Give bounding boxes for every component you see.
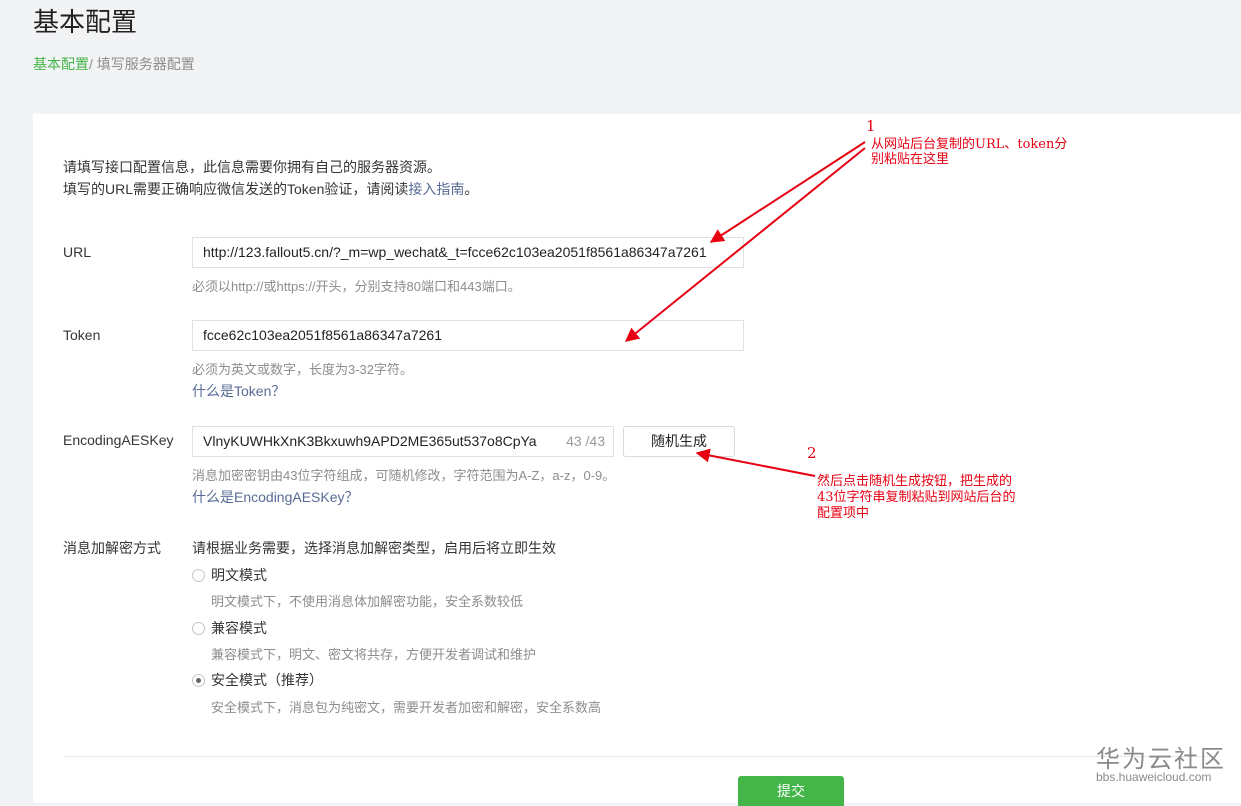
annotation-note-1: 从网站后台复制的URL、token分 别粘贴在这里 [871,137,1067,167]
breadcrumb-current: 填写服务器配置 [96,56,195,72]
token-input[interactable]: fcce62c103ea2051f8561a86347a7261 [192,320,744,351]
radio-button-secure[interactable] [192,674,205,687]
intro-line-2: 填写的URL需要正确响应微信发送的Token验证，请阅读接入指南。 [63,178,478,200]
url-label: URL [63,244,92,260]
annotation-note-2: 然后点击随机生成按钮，把生成的 43位字符串复制粘贴到网站后台的 配置项中 [817,474,1016,522]
radio-label-plaintext: 明文模式 [211,567,267,583]
access-guide-link[interactable]: 接入指南 [408,181,464,197]
radio-button-compatible[interactable] [192,622,205,635]
radio-desc-secure: 安全模式下，消息包为纯密文，需要开发者加密和解密，安全系数高 [211,700,602,715]
what-is-token-link[interactable]: 什么是Token？ [192,381,285,401]
intro-text: 请填写接口配置信息，此信息需要你拥有自己的服务器资源。 填写的URL需要正确响应… [63,156,478,200]
intro-line-2-suffix: 。 [464,181,479,197]
url-tip: 必须以http://或https://开头，分别支持80端口和443端口。 [192,279,521,294]
annotation-note-2-line-1: 然后点击随机生成按钮，把生成的 [817,474,1013,489]
page-title: 基本配置 [33,7,138,37]
config-card: 请填写接口配置信息，此信息需要你拥有自己的服务器资源。 填写的URL需要正确响应… [33,114,1241,806]
breadcrumb-separator: / [89,56,93,72]
intro-line-2-prefix: 填写的URL需要正确响应微信发送的Token验证，请阅读 [63,181,409,197]
encryption-mode-hint: 请根据业务需要，选择消息加解密类型，启用后将立即生效 [192,540,556,556]
annotation-note-2-line-2: 43位字符串复制粘贴到网站后台的 [817,490,1016,505]
watermark-url: bbs.huaweicloud.com [1096,770,1212,784]
annotation-note-2-line-3: 配置项中 [817,506,870,521]
radio-button-plaintext[interactable] [192,569,205,582]
radio-desc-compatible: 兼容模式下，明文、密文将共存，方便开发者调试和维护 [211,647,537,662]
aes-value: VlnyKUWHkXnK3Bkxuwh9APD2ME365ut537o8CpYa [203,433,537,449]
radio-compatible-mode[interactable]: 兼容模式 [192,618,267,638]
radio-label-secure: 安全模式（推荐） [211,672,323,688]
radio-secure-mode[interactable]: 安全模式（推荐） [192,670,323,690]
aes-input[interactable]: VlnyKUWHkXnK3Bkxuwh9APD2ME365ut537o8CpYa… [192,426,614,457]
breadcrumb-link-basic-config[interactable]: 基本配置 [33,56,89,72]
radio-plaintext-mode[interactable]: 明文模式 [192,565,267,585]
annotation-number-2: 2 [807,444,817,462]
annotation-note-1-line-2: 别粘贴在这里 [871,152,950,167]
radio-label-compatible: 兼容模式 [211,620,267,636]
encryption-mode-label: 消息加解密方式 [63,540,161,556]
annotation-number-1: 1 [866,117,876,135]
url-input[interactable]: http://123.fallout5.cn/?_m=wp_wechat&_t=… [192,237,744,268]
aes-tip: 消息加密密钥由43位字符组成，可随机修改，字符范围为A-Z，a-z，0-9。 [192,468,616,483]
radio-desc-plaintext: 明文模式下，不使用消息体加解密功能，安全系数较低 [211,594,524,609]
token-label: Token [63,327,101,343]
form-divider [63,756,1213,757]
annotation-note-1-line-1: 从网站后台复制的URL、token分 [871,137,1068,152]
random-generate-button[interactable]: 随机生成 [623,426,735,457]
aes-char-counter: 43 /43 [562,427,605,456]
watermark-logo: 华为云社区 [1096,746,1226,773]
what-is-aes-key-link[interactable]: 什么是EncodingAESKey？ [192,487,359,507]
submit-button[interactable]: 提交 [738,776,844,806]
breadcrumb: 基本配置/ 填写服务器配置 [33,54,195,74]
aes-label: EncodingAESKey [63,432,174,448]
intro-line-1: 请填写接口配置信息，此信息需要你拥有自己的服务器资源。 [63,159,441,175]
token-tip: 必须为英文或数字，长度为3-32字符。 [192,362,414,377]
